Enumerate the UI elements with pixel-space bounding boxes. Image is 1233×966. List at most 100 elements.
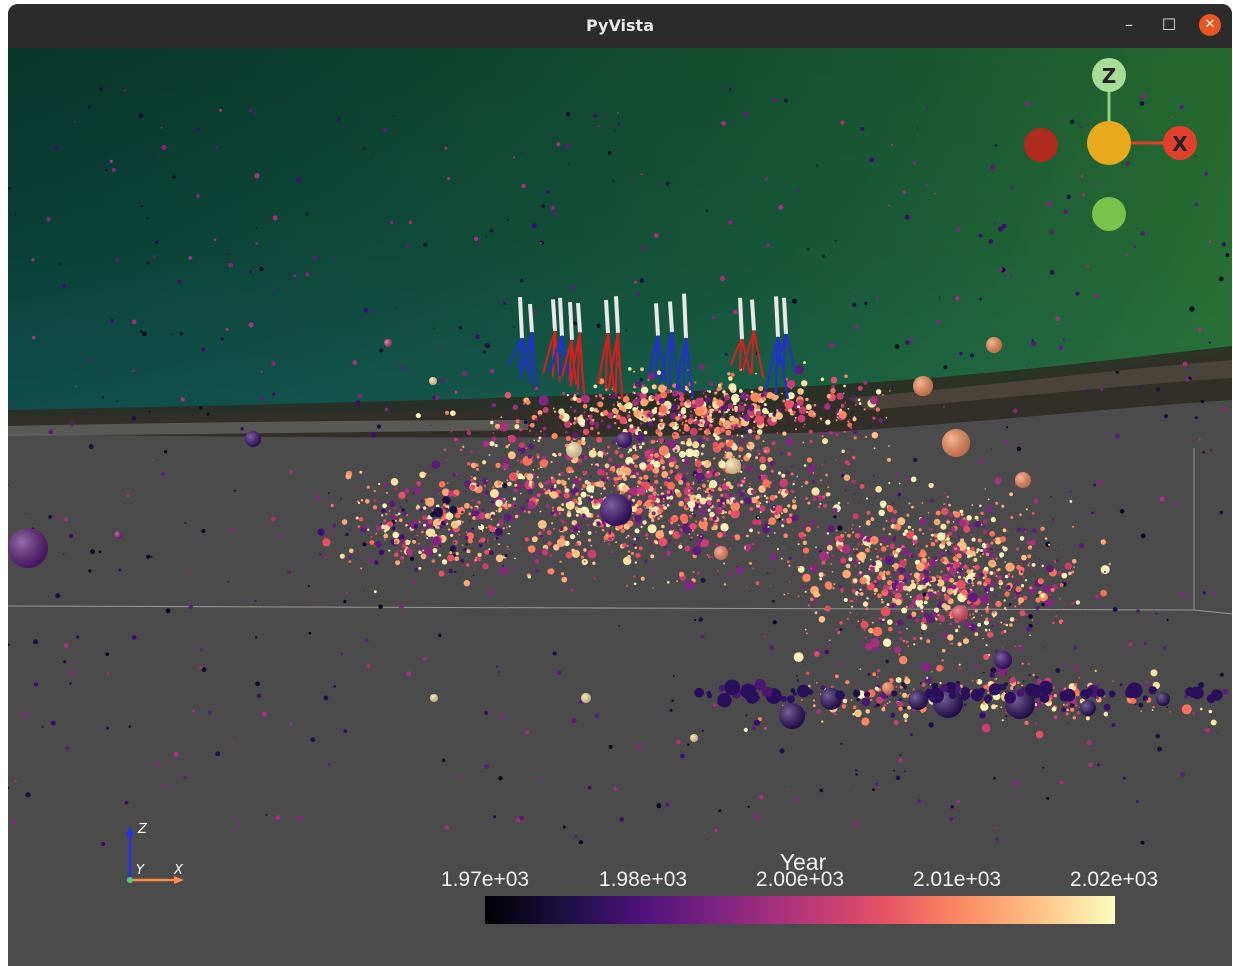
event-point	[930, 498, 935, 503]
event-point	[519, 492, 522, 495]
event-point	[696, 571, 701, 575]
event-point	[743, 477, 746, 479]
event-point	[483, 350, 486, 354]
event-point	[824, 649, 829, 655]
event-point	[858, 561, 861, 565]
event-point	[985, 607, 989, 611]
event-point	[763, 494, 767, 498]
event-point	[1027, 662, 1030, 666]
event-point	[180, 397, 185, 402]
event-point	[399, 506, 402, 508]
event-point	[852, 531, 855, 534]
event-point	[689, 414, 693, 418]
event-point	[974, 632, 979, 637]
event-point	[718, 501, 720, 504]
event-point	[556, 538, 566, 547]
event-point	[437, 492, 440, 495]
event-point	[840, 120, 845, 125]
event-point	[23, 712, 28, 718]
event-point	[880, 546, 887, 552]
event-point	[1049, 594, 1051, 596]
event-point	[547, 489, 551, 493]
event-point	[946, 541, 952, 546]
event-point	[441, 495, 444, 498]
event-point	[601, 455, 603, 458]
event-point	[1074, 682, 1078, 687]
event-point	[1108, 562, 1112, 566]
event-point	[714, 828, 718, 832]
event-point	[986, 605, 989, 608]
event-point	[769, 645, 775, 650]
event-point	[868, 602, 871, 605]
maximize-button[interactable]: ☐	[1158, 14, 1180, 36]
event-point	[398, 604, 404, 610]
event-point	[607, 151, 612, 155]
scene-canvas[interactable]: Z X Z Y X	[8, 48, 1232, 966]
event-point	[930, 542, 936, 547]
event-point	[759, 463, 767, 471]
event-point	[978, 459, 984, 465]
neg-y-axis-ball[interactable]	[1092, 197, 1126, 231]
event-point	[357, 525, 360, 528]
event-point	[878, 571, 884, 577]
event-point	[706, 500, 712, 506]
event-point	[792, 298, 797, 304]
event-point	[1016, 564, 1022, 570]
event-point	[583, 470, 588, 475]
event-point	[256, 226, 258, 229]
event-point	[322, 538, 331, 547]
event-point	[906, 627, 908, 630]
event-point	[1005, 623, 1009, 627]
event-point	[734, 534, 741, 541]
event-point	[1006, 426, 1009, 429]
event-point	[1202, 591, 1206, 595]
event-point	[943, 405, 946, 409]
event-point	[1044, 537, 1048, 540]
event-point	[1115, 370, 1119, 374]
event-point	[1025, 101, 1030, 106]
event-point	[558, 414, 564, 420]
event-point	[720, 276, 726, 282]
close-button[interactable]: ✕	[1199, 14, 1221, 36]
event-point	[556, 142, 561, 147]
colorbar-gradient[interactable]	[485, 896, 1115, 924]
neg-x-axis-ball[interactable]	[1024, 128, 1058, 162]
event-point	[850, 699, 853, 701]
event-point	[779, 748, 785, 754]
event-point	[633, 409, 642, 418]
event-point	[561, 576, 568, 583]
event-point	[383, 538, 386, 541]
event-point	[1030, 539, 1036, 546]
event-point	[459, 437, 462, 440]
event-point	[724, 353, 728, 356]
event-point	[933, 555, 938, 561]
origin-ball[interactable]	[1087, 121, 1131, 165]
event-point	[601, 529, 605, 532]
event-point	[631, 552, 634, 555]
event-point	[819, 577, 823, 581]
event-point	[852, 705, 857, 709]
event-point	[956, 799, 961, 804]
event-point	[254, 599, 257, 603]
event-point	[1016, 527, 1022, 533]
bounds-line-corner	[1193, 609, 1232, 615]
event-point	[640, 422, 643, 425]
event-point	[630, 475, 633, 479]
event-point	[679, 513, 688, 522]
event-point	[564, 514, 567, 516]
event-point	[863, 691, 871, 698]
event-point	[497, 670, 501, 674]
event-point	[800, 699, 803, 702]
event-point	[272, 392, 276, 396]
minimize-button[interactable]: –	[1118, 14, 1140, 36]
event-point	[440, 378, 445, 383]
render-viewport[interactable]: Z X Z Y X Year 1.97e+03 1.98e+03 2.00e+0…	[8, 48, 1232, 966]
event-point	[851, 599, 854, 603]
title-bar[interactable]: PyVista – ☐ ✕	[8, 4, 1232, 48]
event-point	[110, 318, 115, 323]
event-point	[873, 588, 878, 593]
event-point	[783, 533, 788, 538]
event-point	[684, 497, 689, 503]
event-point	[871, 561, 877, 567]
event-point	[659, 556, 663, 560]
